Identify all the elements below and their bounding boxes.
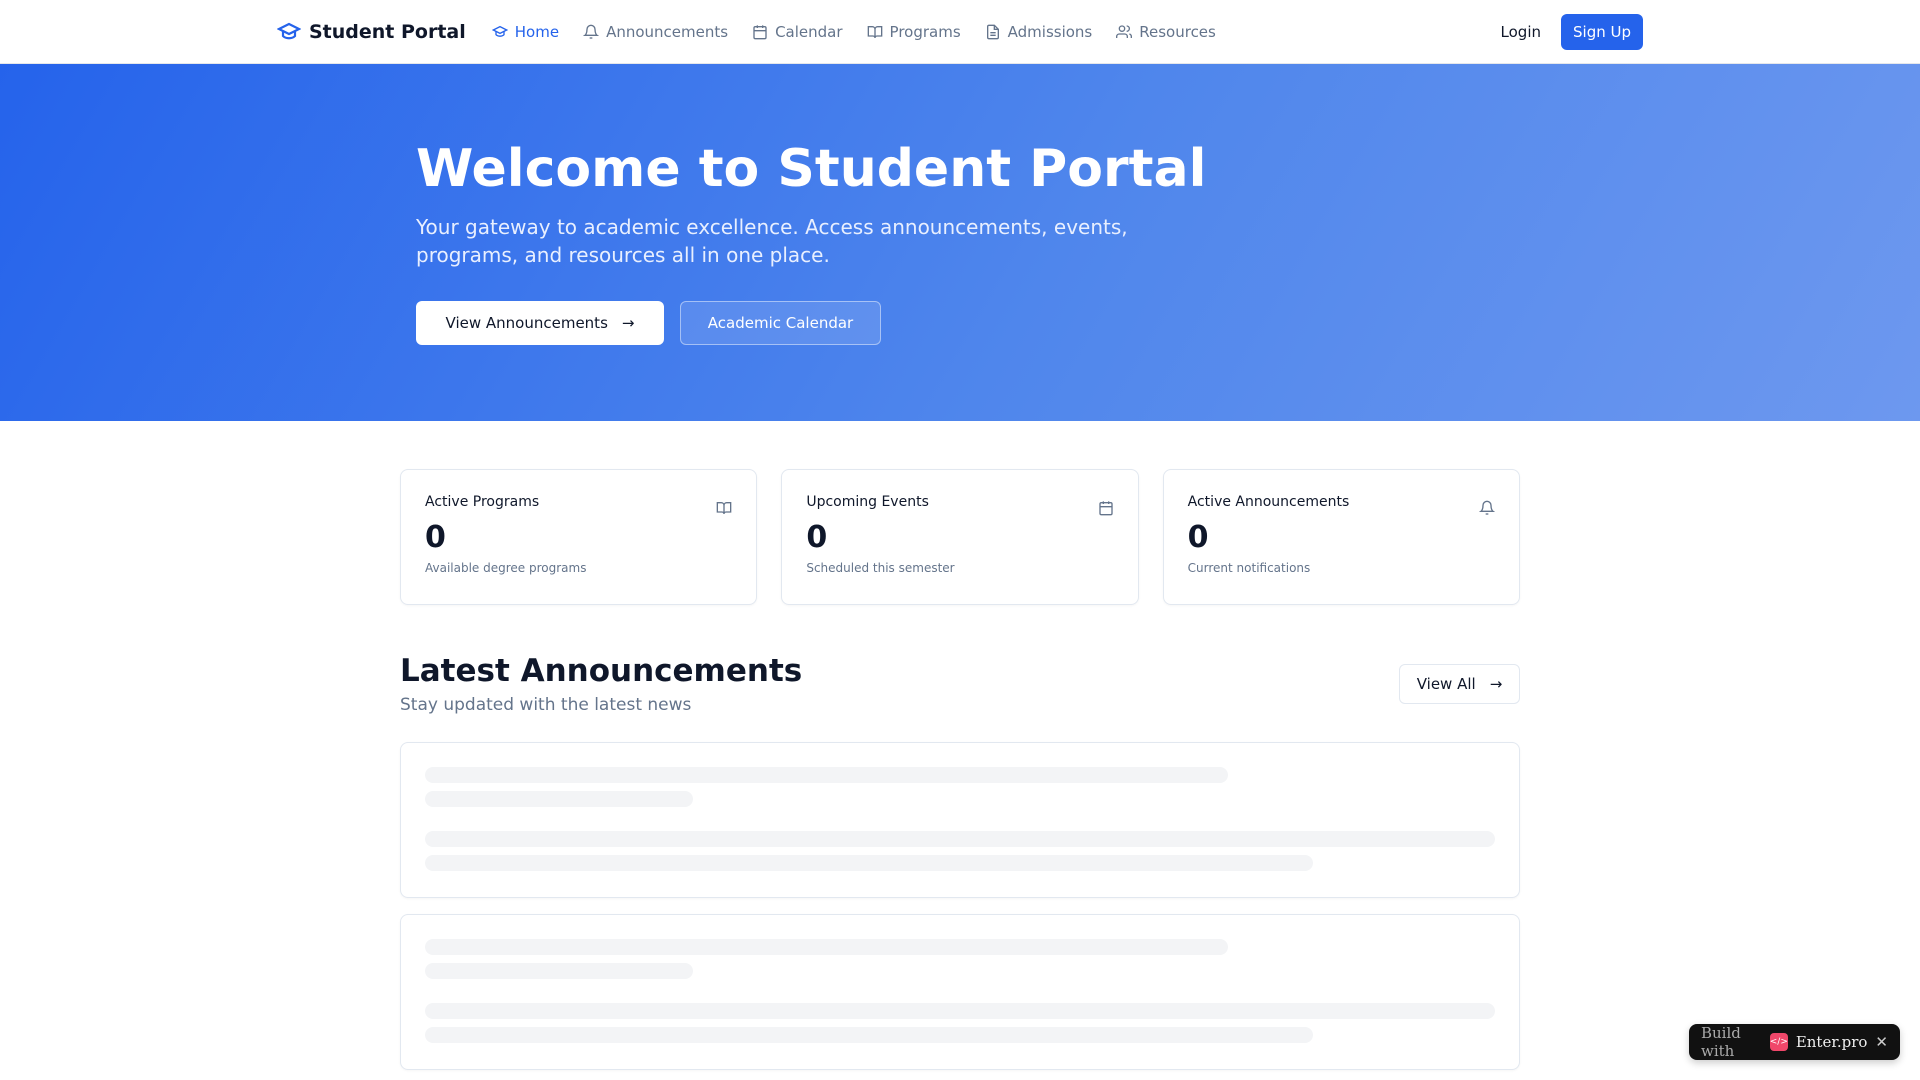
bell-icon [1478, 500, 1495, 515]
nav-calendar[interactable]: Calendar [752, 22, 843, 41]
section-title: Latest Announcements [400, 653, 803, 689]
graduation-cap-icon [491, 25, 508, 37]
announcement-skeleton [400, 742, 1520, 898]
book-open-icon [867, 25, 882, 38]
stat-value: 0 [806, 520, 828, 555]
nav-resources[interactable]: Resources [1116, 23, 1216, 41]
stat-card-events: Upcoming Events 0 Scheduled this semeste… [781, 469, 1139, 605]
nav-home[interactable]: Home [491, 22, 560, 41]
button-label: Academic Calendar [707, 314, 854, 332]
skeleton-line [425, 939, 1228, 955]
login-button[interactable]: Login [1501, 23, 1541, 41]
nav-label: Admissions [1007, 22, 1093, 41]
stat-subtitle: Scheduled this semester [806, 561, 955, 575]
stat-title: Upcoming Events [806, 494, 929, 510]
nav-admissions[interactable]: Admissions [985, 22, 1093, 41]
nav-label: Programs [889, 22, 961, 41]
hero-subtitle: Your gateway to academic excellence. Acc… [416, 215, 1128, 267]
stat-card-programs: Active Programs 0 Available degree progr… [400, 469, 758, 605]
file-text-icon [986, 24, 999, 39]
brand-name: Student Portal [309, 20, 466, 43]
book-open-icon [716, 502, 732, 515]
graduation-cap-icon [277, 22, 301, 39]
badge-prefix: Build with [1701, 1024, 1741, 1060]
button-label: View All [1416, 675, 1476, 693]
top-nav: Student Portal Home Announcements Calend… [0, 0, 1920, 64]
hero-section: Welcome to Student Portal Your gateway t… [0, 64, 1920, 421]
stat-title: Active Programs [425, 494, 540, 510]
button-label: View Announcements [445, 314, 608, 332]
academic-calendar-button[interactable]: Academic Calendar [680, 301, 881, 345]
skeleton-line [425, 767, 1228, 783]
hero-title: Welcome to Student Portal [416, 139, 1207, 199]
view-announcements-button[interactable]: View Announcements → [416, 301, 664, 345]
signup-button[interactable]: Sign Up [1561, 13, 1643, 50]
latest-announcements-header: Latest Announcements Stay updated with t… [400, 653, 1520, 715]
build-with-badge[interactable]: Build with </> Enter.pro ✕ [1689, 1024, 1900, 1060]
brand-logo[interactable]: Student Portal [277, 20, 466, 44]
calendar-icon [1098, 501, 1113, 516]
skeleton-line [425, 1027, 1314, 1043]
arrow-right-icon: → [621, 314, 635, 332]
skeleton-line [425, 791, 693, 807]
enter-logo-icon: </> [1770, 1033, 1788, 1051]
badge-brand: Enter.pro [1795, 1033, 1868, 1051]
skeleton-line [425, 963, 693, 979]
stat-value: 0 [1187, 520, 1209, 555]
nav-announcements[interactable]: Announcements [583, 23, 728, 41]
stat-value: 0 [425, 520, 446, 555]
users-icon [1116, 24, 1133, 38]
bell-icon [583, 24, 600, 39]
view-all-button[interactable]: View All → [1399, 664, 1520, 704]
skeleton-line [425, 855, 1314, 871]
arrow-right-icon: → [1489, 675, 1503, 693]
nav-label: Home [514, 22, 560, 41]
nav-programs[interactable]: Programs [867, 23, 961, 41]
calendar-icon [753, 24, 767, 39]
nav-label: Announcements [606, 22, 729, 41]
section-subtitle: Stay updated with the latest news [400, 695, 692, 715]
skeleton-line [425, 831, 1495, 847]
nav-label: Resources [1139, 22, 1216, 41]
stat-subtitle: Current notifications [1187, 561, 1311, 575]
skeleton-line [425, 1003, 1495, 1019]
close-icon[interactable]: ✕ [1875, 1033, 1888, 1051]
nav-label: Calendar [775, 22, 843, 41]
stat-subtitle: Available degree programs [425, 561, 587, 575]
stat-title: Active Announcements [1187, 494, 1350, 510]
announcement-skeleton [400, 914, 1520, 1070]
stat-card-announcements: Active Announcements 0 Current notificat… [1162, 469, 1520, 605]
